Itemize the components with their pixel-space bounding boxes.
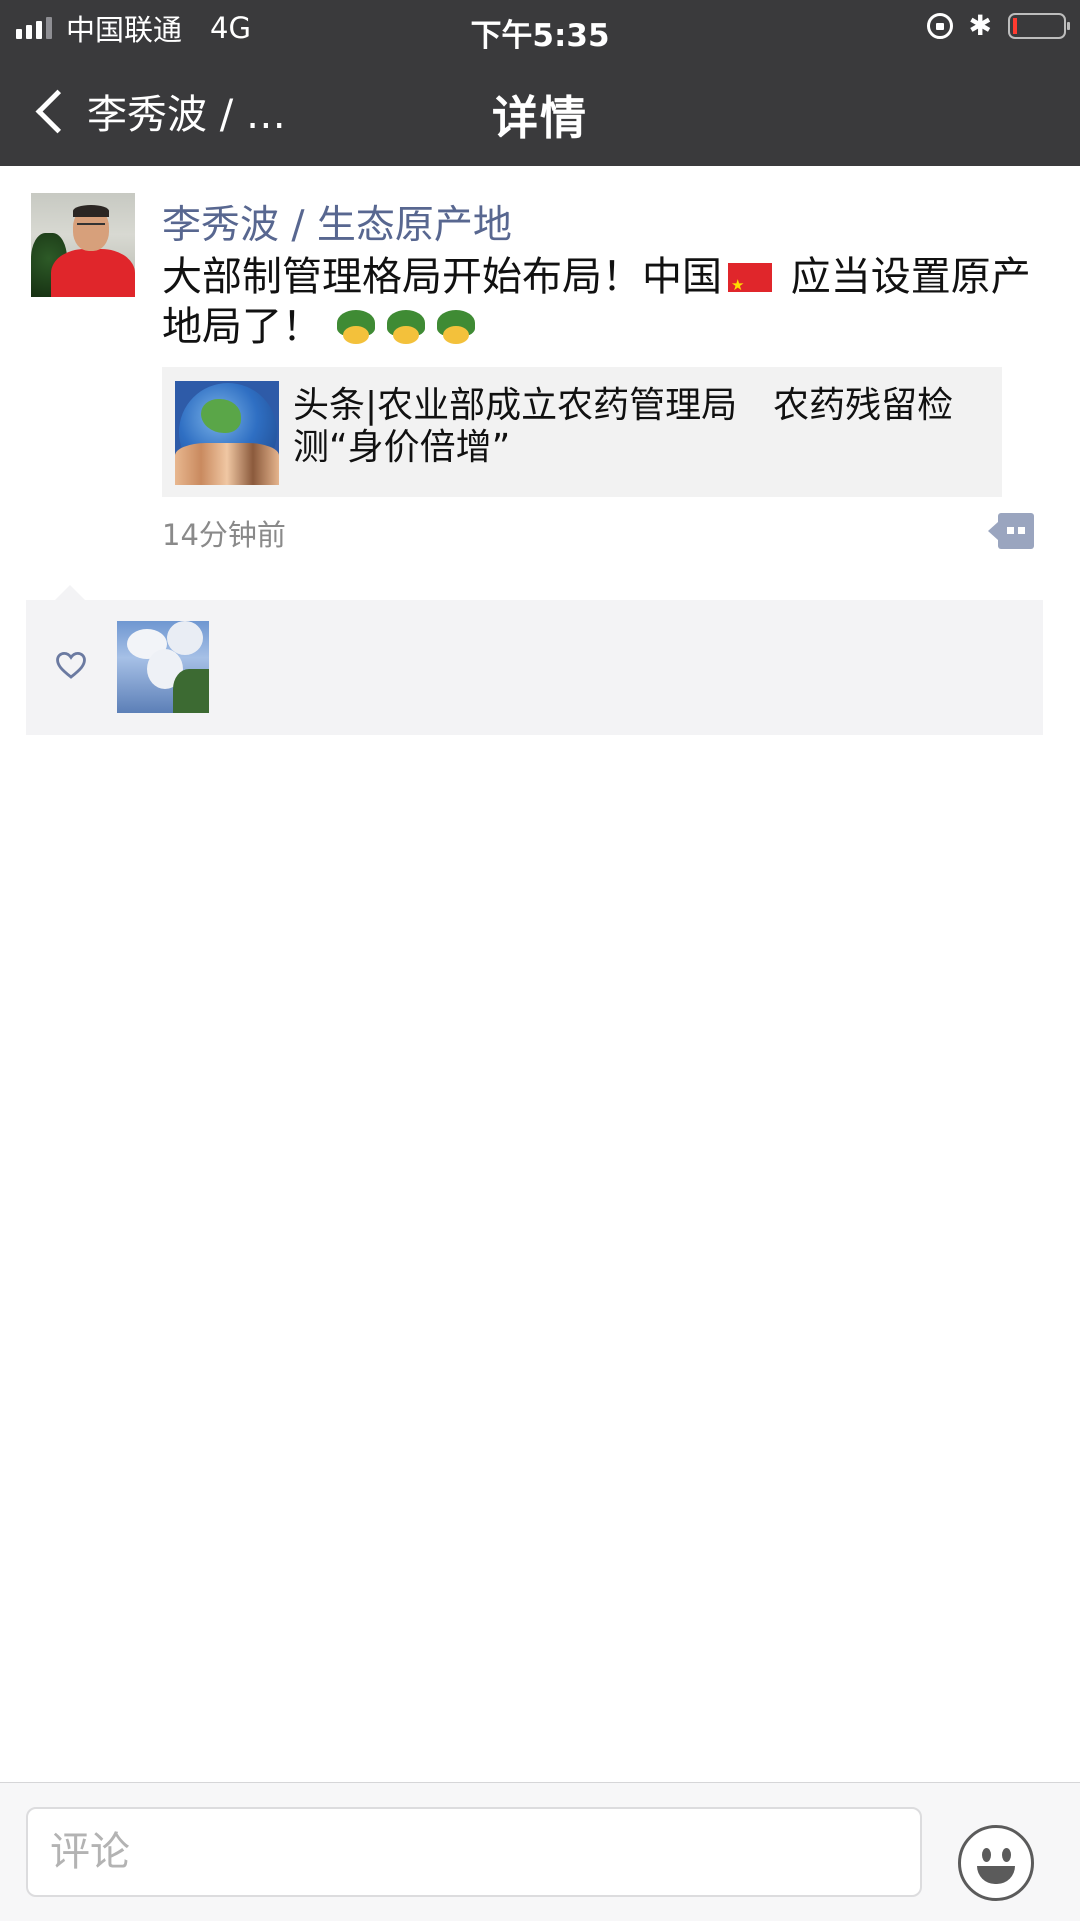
rotation-lock-icon: [926, 13, 953, 39]
comment-bubble-icon: [998, 513, 1034, 549]
status-right: ✱: [926, 9, 1070, 42]
likes-pointer: [55, 585, 85, 600]
turtle-emoji-icon: [385, 308, 427, 346]
author-avatar[interactable]: [31, 193, 135, 297]
link-thumbnail: [175, 381, 279, 485]
bluetooth-icon: ✱: [968, 9, 992, 42]
comment-action-button[interactable]: [988, 513, 1034, 549]
turtle-emoji-icon: [435, 308, 477, 346]
nav-bar: 李秀波 / … 详情: [0, 56, 1080, 166]
comment-bar: [0, 1782, 1080, 1921]
author-name[interactable]: 李秀波 / 生态原产地: [162, 194, 512, 250]
post-text-part1: 大部制管理格局开始布局！中国: [162, 254, 722, 300]
turtle-emoji-icon: [335, 308, 377, 346]
smiley-face-icon[interactable]: [958, 1825, 1034, 1901]
shared-link-card[interactable]: 头条|农业部成立农药管理局 农药残留检测“身价倍增”: [162, 367, 1002, 497]
post-text: 大部制管理格局开始布局！中国 应当设置原产地局了！: [162, 252, 1042, 352]
heart-icon: [56, 651, 86, 679]
china-flag-icon: [728, 260, 772, 310]
status-bar: 中国联通 4G 下午5:35 ✱: [0, 0, 1080, 56]
battery-icon: [1008, 13, 1070, 39]
liker-avatar[interactable]: [117, 621, 209, 713]
comment-input[interactable]: [26, 1807, 922, 1897]
link-title: 头条|农业部成立农药管理局 农药残留检测“身价倍增”: [293, 385, 954, 468]
page-title: 详情: [492, 91, 588, 145]
status-time: 下午5:35: [470, 18, 610, 54]
post-timestamp: 14分钟前: [162, 518, 286, 552]
